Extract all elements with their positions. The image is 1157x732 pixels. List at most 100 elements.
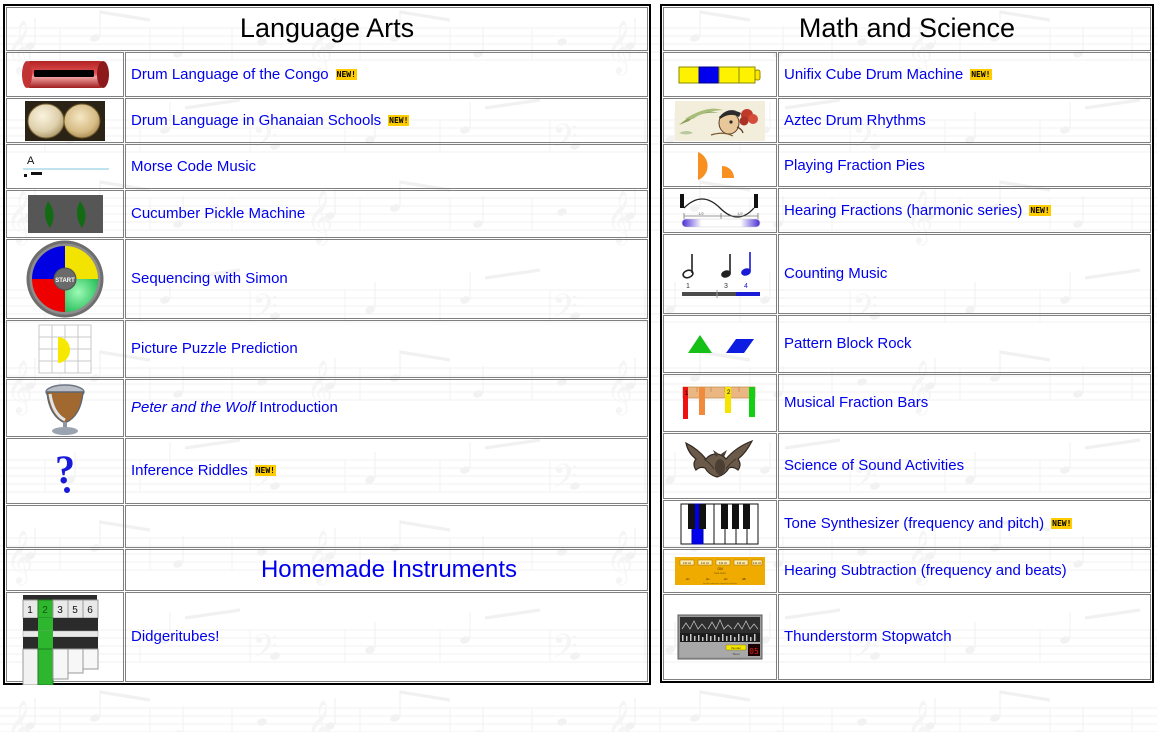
aztec-figure-icon-cell[interactable] bbox=[663, 98, 777, 144]
link-drum-language-congo[interactable]: Drum Language of the Congo NEW! bbox=[131, 66, 357, 84]
svg-text:START: START bbox=[55, 278, 75, 284]
table-row[interactable]: 1/2 1/2 Hearing Fractions (harmonic seri… bbox=[663, 188, 1151, 234]
label-cell[interactable]: Morse Code Music bbox=[125, 144, 648, 190]
congo-slit-drum-icon-cell[interactable] bbox=[6, 52, 124, 98]
label-cell[interactable]: Hearing Fractions (harmonic series) NEW! bbox=[778, 188, 1151, 234]
question-mark-icon: ? bbox=[55, 447, 75, 494]
cucumber-pickle-icon-cell[interactable] bbox=[6, 190, 124, 239]
table-row[interactable]: Drum Language of the Congo NEW! bbox=[6, 52, 648, 98]
label-cell[interactable]: Thunderstorm Stopwatch bbox=[778, 594, 1151, 681]
table-row[interactable]: Science of Sound Activities bbox=[663, 433, 1151, 500]
link-musical-fraction-bars[interactable]: Musical Fraction Bars bbox=[784, 395, 928, 412]
link-homemade-instruments[interactable]: Homemade Instruments bbox=[131, 556, 647, 584]
new-badge: NEW! bbox=[1051, 518, 1073, 530]
subheader-label-cell[interactable]: Homemade Instruments bbox=[125, 549, 648, 592]
new-badge: NEW! bbox=[970, 68, 992, 80]
table-row[interactable]: A Morse Code Music bbox=[6, 144, 648, 190]
label-cell[interactable]: Drum Language of the Congo NEW! bbox=[125, 52, 648, 98]
link-unifix-cube-drum-machine[interactable]: Unifix Cube Drum Machine NEW! bbox=[784, 66, 992, 84]
label-cell[interactable]: Tone Synthesizer (frequency and pitch) NE… bbox=[778, 500, 1151, 549]
link-sequencing-with-simon[interactable]: Sequencing with Simon bbox=[131, 271, 288, 288]
label-cell[interactable]: Counting Music bbox=[778, 234, 1151, 315]
label-cell[interactable]: Picture Puzzle Prediction bbox=[125, 320, 648, 379]
fraction-bars-icon-cell[interactable]: 1 2 bbox=[663, 374, 777, 433]
table-row[interactable]: Pattern Block Rock bbox=[663, 315, 1151, 374]
svg-text:hearing subtraction frequency: hearing subtraction frequency and beats bbox=[703, 582, 737, 585]
svg-text:Timer: Timer bbox=[732, 652, 740, 656]
link-picture-puzzle-prediction[interactable]: Picture Puzzle Prediction bbox=[131, 341, 298, 358]
svg-text:442 Hz: 442 Hz bbox=[719, 561, 728, 565]
table-row[interactable]: 440 Hz 441 Hz 442 Hz 443 Hz 444 Hz ON be… bbox=[663, 549, 1151, 594]
link-counting-music[interactable]: Counting Music bbox=[784, 266, 887, 283]
table-row[interactable]: Picture Puzzle Prediction bbox=[6, 320, 648, 379]
table-row[interactable]: Drum Language in Ghanaian Schools NEW! bbox=[6, 98, 648, 144]
svg-text:1/2: 1/2 bbox=[698, 211, 704, 216]
harmonic-wave-icon-cell[interactable]: 1/2 1/2 bbox=[663, 188, 777, 234]
stopwatch-meter-icon-cell[interactable]: thunder Timer 05 bbox=[663, 594, 777, 681]
quarter-notes-icon-cell[interactable]: 1 3 4 bbox=[663, 234, 777, 315]
homemade-instruments-header-row[interactable]: Homemade Instruments bbox=[6, 549, 648, 592]
table-row[interactable]: START Sequencing with Simon bbox=[6, 239, 648, 320]
fraction-pies-icon-cell[interactable] bbox=[663, 144, 777, 188]
label-cell[interactable]: Pattern Block Rock bbox=[778, 315, 1151, 374]
blank-icon-cell bbox=[6, 505, 124, 549]
label-cell[interactable]: Unifix Cube Drum Machine NEW! bbox=[778, 52, 1151, 98]
label-cell[interactable]: Playing Fraction Pies bbox=[778, 144, 1151, 188]
didgeritubes-icon: 1 2 3 5 6 bbox=[22, 595, 99, 686]
simon-game-icon-cell[interactable]: START bbox=[6, 239, 124, 320]
new-badge: NEW! bbox=[335, 68, 357, 80]
piano-keys-icon-cell[interactable] bbox=[663, 500, 777, 549]
table-row[interactable]: Tone Synthesizer (frequency and pitch) NE… bbox=[663, 500, 1151, 549]
table-row[interactable]: Aztec Drum Rhythms bbox=[663, 98, 1151, 144]
label-cell[interactable]: Peter and the Wolf Introduction bbox=[125, 379, 648, 438]
table-row[interactable]: ? Inference Riddles NEW! bbox=[6, 438, 648, 505]
timpani-drum-icon-cell[interactable] bbox=[6, 379, 124, 438]
link-tone-synthesizer[interactable]: Tone Synthesizer (frequency and pitch) NE… bbox=[784, 515, 1073, 533]
link-cucumber-pickle-machine[interactable]: Cucumber Pickle Machine bbox=[131, 206, 305, 223]
bat-icon-cell[interactable] bbox=[663, 433, 777, 500]
link-morse-code-music[interactable]: Morse Code Music bbox=[131, 158, 256, 176]
unifix-cubes-icon-cell[interactable] bbox=[663, 52, 777, 98]
table-row[interactable]: thunder Timer 05 Thunderstorm Stopwatch bbox=[663, 594, 1151, 681]
link-aztec-drum-rhythms[interactable]: Aztec Drum Rhythms bbox=[784, 112, 926, 130]
ghanaian-drums-icon-cell[interactable] bbox=[6, 98, 124, 144]
table-row[interactable]: 1 2 Musical Fraction Bars bbox=[663, 374, 1151, 433]
table-row[interactable]: Unifix Cube Drum Machine NEW! bbox=[663, 52, 1151, 98]
label-cell[interactable]: Aztec Drum Rhythms bbox=[778, 98, 1151, 144]
label-cell[interactable]: Musical Fraction Bars bbox=[778, 374, 1151, 433]
label-cell[interactable]: Hearing Subtraction (frequency and beats… bbox=[778, 549, 1151, 594]
link-thunderstorm-stopwatch[interactable]: Thunderstorm Stopwatch bbox=[784, 629, 952, 646]
link-playing-fraction-pies[interactable]: Playing Fraction Pies bbox=[784, 157, 925, 175]
table-row[interactable]: Cucumber Pickle Machine bbox=[6, 190, 648, 239]
table-row[interactable]: 1 2 3 5 6 Didgeritubes! bbox=[6, 592, 648, 686]
fraction-bars-icon: 1 2 bbox=[682, 386, 756, 420]
link-hearing-subtraction[interactable]: Hearing Subtraction (frequency and beats… bbox=[784, 563, 1067, 580]
link-science-of-sound-activities[interactable]: Science of Sound Activities bbox=[784, 458, 964, 475]
label-cell[interactable]: Inference Riddles NEW! bbox=[125, 438, 648, 505]
link-hearing-fractions[interactable]: Hearing Fractions (harmonic series) NEW! bbox=[784, 202, 1051, 220]
morse-code-icon-cell[interactable]: A bbox=[6, 144, 124, 190]
aztec-figure-icon bbox=[675, 100, 765, 141]
link-peter-and-the-wolf[interactable]: Peter and the Wolf Introduction bbox=[131, 399, 338, 417]
picture-puzzle-grid-icon-cell[interactable] bbox=[6, 320, 124, 379]
label-cell[interactable]: Cucumber Pickle Machine bbox=[125, 190, 648, 239]
blank-label-cell bbox=[125, 505, 648, 549]
label-cell[interactable]: Didgeritubes! bbox=[125, 592, 648, 683]
link-drum-language-ghana[interactable]: Drum Language in Ghanaian Schools NEW! bbox=[131, 112, 410, 130]
question-mark-icon-cell[interactable]: ? bbox=[6, 438, 124, 505]
svg-text:05: 05 bbox=[749, 647, 759, 656]
ghanaian-drums-icon bbox=[25, 100, 105, 141]
link-inference-riddles[interactable]: Inference Riddles NEW! bbox=[131, 462, 276, 480]
frequency-panel-icon-cell[interactable]: 440 Hz 441 Hz 442 Hz 443 Hz 444 Hz ON be… bbox=[663, 549, 777, 594]
link-pattern-block-rock[interactable]: Pattern Block Rock bbox=[784, 336, 912, 353]
pattern-blocks-icon-cell[interactable] bbox=[663, 315, 777, 374]
didgeritubes-icon-cell[interactable]: 1 2 3 5 6 bbox=[6, 592, 124, 686]
label-cell[interactable]: Science of Sound Activities bbox=[778, 433, 1151, 500]
table-row-empty bbox=[6, 505, 648, 549]
table-row[interactable]: 1 3 4 Counting Music bbox=[663, 234, 1151, 315]
table-row[interactable]: Peter and the Wolf Introduction bbox=[6, 379, 648, 438]
table-row[interactable]: Playing Fraction Pies bbox=[663, 144, 1151, 188]
link-didgeritubes[interactable]: Didgeritubes! bbox=[131, 629, 219, 646]
label-cell[interactable]: Drum Language in Ghanaian Schools NEW! bbox=[125, 98, 648, 144]
label-cell[interactable]: Sequencing with Simon bbox=[125, 239, 648, 320]
